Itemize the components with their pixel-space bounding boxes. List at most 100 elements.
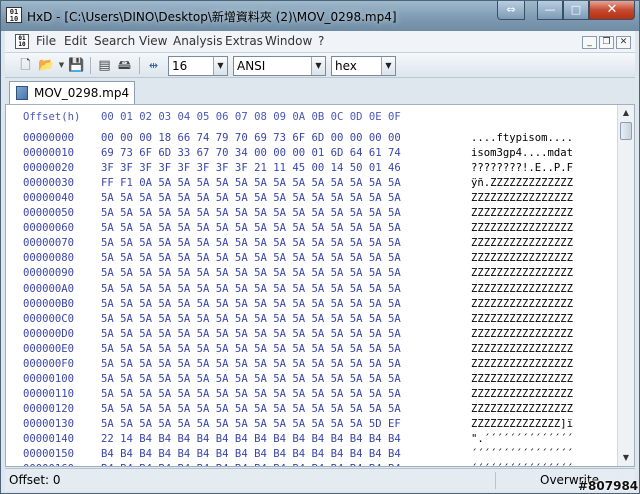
row-ascii[interactable]: ZZZZZZZZZZZZZZZZ [471, 388, 573, 400]
row-offset[interactable]: 00000160 [23, 463, 74, 466]
menu-search[interactable]: Search [94, 34, 135, 48]
row-offset[interactable]: 00000070 [23, 237, 74, 249]
vertical-scrollbar[interactable]: ▲ ▼ [617, 105, 634, 466]
menu-edit[interactable]: Edit [64, 34, 87, 48]
row-offset[interactable]: 00000100 [23, 373, 74, 385]
row-offset[interactable]: 00000110 [23, 388, 74, 400]
row-hex-bytes[interactable]: 5A 5A 5A 5A 5A 5A 5A 5A 5A 5A 5A 5A 5A 5… [101, 192, 401, 204]
row-hex-bytes[interactable]: 22 14 B4 B4 B4 B4 B4 B4 B4 B4 B4 B4 B4 B… [101, 433, 401, 445]
charset-select[interactable]: ANSI ▼ [233, 56, 326, 76]
hxd-app-icon[interactable]: 01 10 [6, 7, 22, 23]
scrollbar-thumb[interactable] [620, 122, 632, 140]
close-button[interactable]: ✕ [589, 1, 635, 20]
menu-view[interactable]: View [139, 34, 167, 48]
row-offset[interactable]: 000000F0 [23, 358, 74, 370]
chevron-down-icon[interactable]: ▼ [381, 57, 395, 75]
row-ascii[interactable]: ....ftypisom.... [471, 132, 573, 144]
row-hex-bytes[interactable]: 69 73 6F 6D 33 67 70 34 00 00 00 01 6D 6… [101, 147, 401, 159]
hex-editor[interactable]: Offset(h) 00 01 02 03 04 05 06 07 08 09 … [5, 104, 635, 467]
row-ascii[interactable]: ????????!.E..P.F [471, 162, 573, 174]
tab-mov-0298[interactable]: MOV_0298.mp4 [9, 81, 135, 104]
row-ascii[interactable]: ZZZZZZZZZZZZZZZZ [471, 313, 573, 325]
row-offset[interactable]: 00000060 [23, 222, 74, 234]
row-offset[interactable]: 00000010 [23, 147, 74, 159]
row-hex-bytes[interactable]: 5A 5A 5A 5A 5A 5A 5A 5A 5A 5A 5A 5A 5A 5… [101, 207, 401, 219]
bytes-per-row-select[interactable]: 16 ▼ [168, 56, 228, 76]
title-bar[interactable]: 01 10 HxD - [C:\Users\DINO\Desktop\新增資料夾 … [1, 1, 639, 31]
row-offset[interactable]: 00000050 [23, 207, 74, 219]
row-ascii[interactable]: isom3gp4....mdat [471, 147, 573, 159]
row-hex-bytes[interactable]: B4 B4 B4 B4 B4 B4 B4 B4 B4 B4 B4 B4 B4 B… [101, 463, 401, 466]
row-offset[interactable]: 00000040 [23, 192, 74, 204]
row-offset[interactable]: 00000000 [23, 132, 74, 144]
mdi-close-button[interactable]: ✕ [616, 36, 631, 49]
new-file-icon[interactable]: 🗋 [17, 57, 34, 74]
row-hex-bytes[interactable]: 5A 5A 5A 5A 5A 5A 5A 5A 5A 5A 5A 5A 5A 5… [101, 267, 401, 279]
open-dropdown-arrow-icon[interactable]: ▼ [57, 57, 66, 74]
row-hex-bytes[interactable]: 3F 3F 3F 3F 3F 3F 3F 3F 21 11 45 00 14 5… [101, 162, 401, 174]
row-hex-bytes[interactable]: 5A 5A 5A 5A 5A 5A 5A 5A 5A 5A 5A 5A 5A 5… [101, 373, 401, 385]
row-ascii[interactable]: ZZZZZZZZZZZZZZZZ [471, 267, 573, 279]
row-hex-bytes[interactable]: 5A 5A 5A 5A 5A 5A 5A 5A 5A 5A 5A 5A 5A 5… [101, 418, 401, 430]
row-hex-bytes[interactable]: 5A 5A 5A 5A 5A 5A 5A 5A 5A 5A 5A 5A 5A 5… [101, 403, 401, 415]
menu-analysis[interactable]: Analysis [173, 34, 222, 48]
chevron-down-icon[interactable]: ▼ [311, 57, 325, 75]
row-hex-bytes[interactable]: 5A 5A 5A 5A 5A 5A 5A 5A 5A 5A 5A 5A 5A 5… [101, 343, 401, 355]
row-ascii[interactable]: ZZZZZZZZZZZZZZZZ [471, 192, 573, 204]
row-offset[interactable]: 00000150 [23, 448, 74, 460]
row-hex-bytes[interactable]: 5A 5A 5A 5A 5A 5A 5A 5A 5A 5A 5A 5A 5A 5… [101, 388, 401, 400]
row-ascii[interactable]: ZZZZZZZZZZZZZZZZ [471, 237, 573, 249]
document-menu-icon[interactable]: 01 10 [15, 34, 29, 49]
chevron-down-icon[interactable]: ▼ [213, 57, 227, 75]
menu-window[interactable]: Window [265, 34, 312, 48]
row-hex-bytes[interactable]: 5A 5A 5A 5A 5A 5A 5A 5A 5A 5A 5A 5A 5A 5… [101, 237, 401, 249]
row-ascii[interactable]: ZZZZZZZZZZZZZZZZ [471, 207, 573, 219]
row-ascii[interactable]: ZZZZZZZZZZZZZZZZ [471, 252, 573, 264]
row-ascii[interactable]: ´´´´´´´´´´´´´´´´ [471, 463, 573, 466]
row-offset[interactable]: 00000090 [23, 267, 74, 279]
open-folder-icon[interactable]: 📂 [38, 57, 55, 74]
row-hex-bytes[interactable]: 5A 5A 5A 5A 5A 5A 5A 5A 5A 5A 5A 5A 5A 5… [101, 358, 401, 370]
row-offset[interactable]: 00000030 [23, 177, 74, 189]
row-ascii[interactable]: ZZZZZZZZZZZZZZZZ [471, 358, 573, 370]
row-hex-bytes[interactable]: 5A 5A 5A 5A 5A 5A 5A 5A 5A 5A 5A 5A 5A 5… [101, 222, 401, 234]
mdi-restore-button[interactable]: ❐ [599, 36, 614, 49]
row-ascii[interactable]: ´´´´´´´´´´´´´´´´ [471, 448, 573, 460]
row-ascii[interactable]: ZZZZZZZZZZZZZZZZ [471, 283, 573, 295]
row-ascii[interactable]: ZZZZZZZZZZZZZZZZ [471, 222, 573, 234]
menu-help[interactable]: ? [318, 34, 324, 48]
row-ascii[interactable]: ZZZZZZZZZZZZZZZZ [471, 343, 573, 355]
restore-size-button[interactable]: ⇔ [497, 1, 525, 20]
save-icon[interactable]: 💾 [68, 57, 85, 74]
row-offset[interactable]: 00000020 [23, 162, 74, 174]
row-hex-bytes[interactable]: 5A 5A 5A 5A 5A 5A 5A 5A 5A 5A 5A 5A 5A 5… [101, 252, 401, 264]
hex-view[interactable]: Offset(h) 00 01 02 03 04 05 06 07 08 09 … [6, 105, 618, 466]
row-offset[interactable]: 000000E0 [23, 343, 74, 355]
row-hex-bytes[interactable]: 5A 5A 5A 5A 5A 5A 5A 5A 5A 5A 5A 5A 5A 5… [101, 313, 401, 325]
row-hex-bytes[interactable]: B4 B4 B4 B4 B4 B4 B4 B4 B4 B4 B4 B4 B4 B… [101, 448, 401, 460]
row-ascii[interactable]: ZZZZZZZZZZZZZZZZ [471, 373, 573, 385]
row-hex-bytes[interactable]: 5A 5A 5A 5A 5A 5A 5A 5A 5A 5A 5A 5A 5A 5… [101, 328, 401, 340]
row-ascii[interactable]: ZZZZZZZZZZZZZZZZ [471, 403, 573, 415]
scroll-up-icon[interactable]: ▲ [618, 105, 634, 121]
row-offset[interactable]: 00000080 [23, 252, 74, 264]
row-offset[interactable]: 000000B0 [23, 298, 74, 310]
row-offset[interactable]: 000000C0 [23, 313, 74, 325]
row-offset[interactable]: 000000A0 [23, 283, 74, 295]
row-ascii[interactable]: ZZZZZZZZZZZZZZZZ [471, 328, 573, 340]
offset-base-select[interactable]: hex ▼ [331, 56, 396, 76]
row-ascii[interactable]: ZZZZZZZZZZZZZZZZ [471, 298, 573, 310]
row-offset[interactable]: 00000130 [23, 418, 74, 430]
scroll-down-icon[interactable]: ▼ [618, 450, 634, 466]
ram-icon[interactable]: ▤ [96, 57, 113, 74]
minimize-button[interactable]: — [537, 1, 563, 20]
row-hex-bytes[interactable]: 5A 5A 5A 5A 5A 5A 5A 5A 5A 5A 5A 5A 5A 5… [101, 298, 401, 310]
mdi-minimize-button[interactable]: _ [582, 36, 597, 49]
row-offset[interactable]: 00000140 [23, 433, 74, 445]
menu-file[interactable]: File [36, 34, 56, 48]
row-hex-bytes[interactable]: FF F1 0A 5A 5A 5A 5A 5A 5A 5A 5A 5A 5A 5… [101, 177, 401, 189]
row-offset[interactable]: 00000120 [23, 403, 74, 415]
menu-extras[interactable]: Extras [225, 34, 263, 48]
row-ascii[interactable]: ÿñ.ZZZZZZZZZZZZZ [471, 177, 573, 189]
row-hex-bytes[interactable]: 00 00 00 18 66 74 79 70 69 73 6F 6D 00 0… [101, 132, 401, 144]
